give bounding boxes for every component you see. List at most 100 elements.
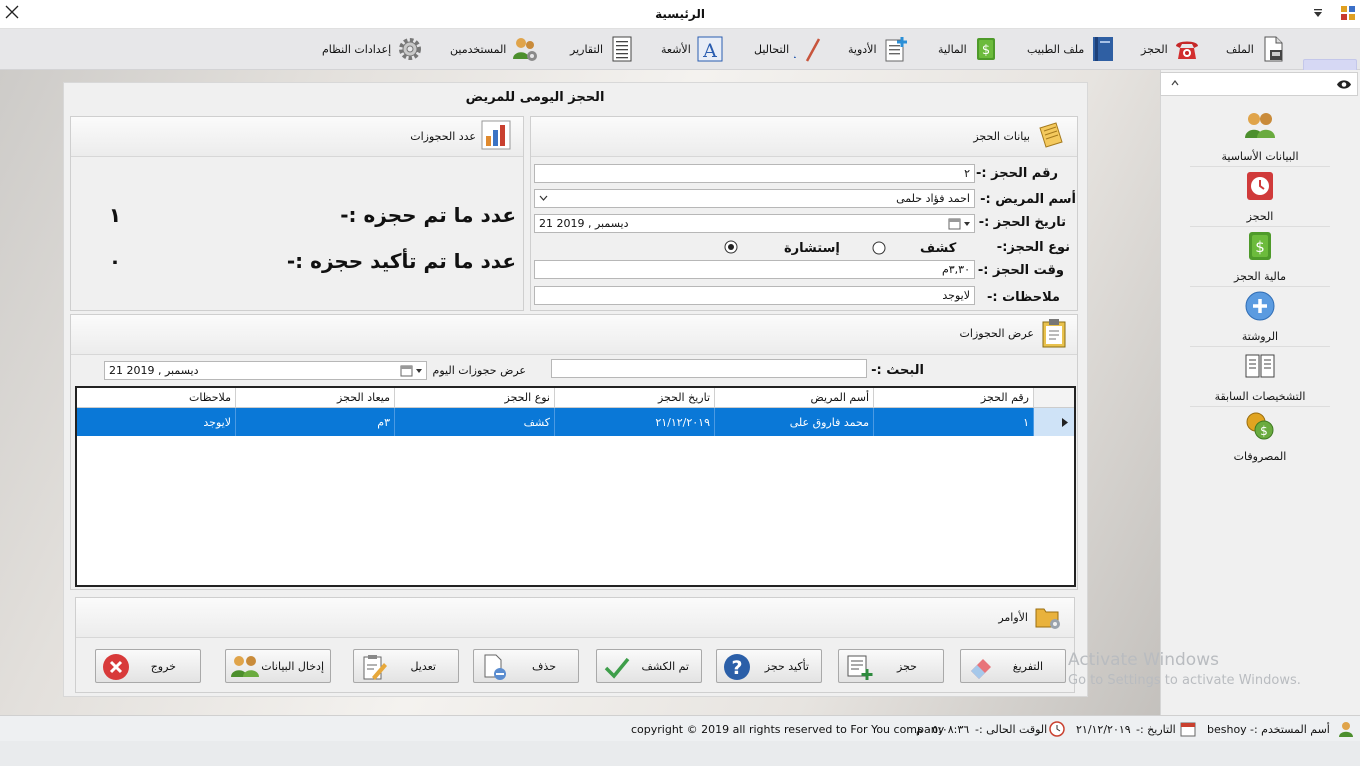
status-user-value: beshoy [1207, 723, 1247, 736]
svg-text:A: A [702, 40, 717, 62]
sidebar-divider [1190, 166, 1330, 167]
confirm-booking-button[interactable]: ? تأكيد حجز [716, 649, 822, 683]
ribbon-reports[interactable]: التقارير [570, 32, 636, 66]
svg-text:$: $ [982, 43, 990, 58]
table-cell[interactable]: ١ [874, 408, 1034, 436]
table-row[interactable]: ١ محمد فاروق على ٢١/١٢/٢٠١٩ كشف ٣م لايوج… [77, 408, 1074, 436]
collapse-up-icon[interactable] [1171, 80, 1179, 86]
booking-type-label: نوع الحجز:- [996, 240, 1070, 255]
table-cell[interactable]: كشف [395, 408, 555, 436]
users-icon [1245, 113, 1275, 138]
chevron-down-icon [539, 195, 548, 201]
table-cell[interactable]: ٣م [236, 408, 395, 436]
ribbon-xray[interactable]: A الأشعة [661, 32, 724, 66]
clear-button[interactable]: التفريغ [960, 649, 1066, 683]
sidebar-item-booking[interactable]: الحجز [1180, 170, 1340, 228]
booked-count-label: عدد ما تم حجزه :- [340, 203, 516, 227]
clock-icon [1247, 172, 1273, 200]
exit-button[interactable]: خروج [95, 649, 201, 683]
ribbon-lab-tests[interactable]: A التحاليل [754, 32, 822, 66]
radio-examination[interactable]: كشف [870, 240, 962, 258]
confirmed-count-value: ٠ [108, 249, 122, 273]
radio-checked-icon [724, 240, 738, 254]
radio-examination-label: كشف [920, 241, 957, 256]
column-header[interactable]: نوع الحجز [395, 388, 555, 408]
users-icon [231, 656, 259, 677]
sidebar-divider [1190, 226, 1330, 227]
bookings-list-header [71, 315, 1077, 355]
gear-icon [399, 38, 422, 60]
ribbon-file[interactable]: الملف [1226, 32, 1287, 66]
radio-consultation[interactable]: إستشارة [722, 240, 842, 258]
watermark-subtitle: Go to Settings to activate Windows. [1068, 673, 1301, 688]
user-icon [1339, 722, 1353, 737]
booking-time-input[interactable]: ٣,٣٠م [534, 260, 975, 279]
add-form-icon [847, 655, 873, 680]
remove-document-icon [484, 654, 506, 680]
checkmark-icon [604, 657, 630, 679]
sidebar-item-booking-finance[interactable]: $ مالية الحجز [1180, 230, 1340, 288]
plus-circle-icon [1245, 291, 1275, 321]
title-bar: الرئيسية [0, 0, 1360, 29]
status-date-value: ٢١/١٢/٢٠١٩ [1076, 723, 1131, 736]
notes-input[interactable]: لايوجد [534, 286, 975, 305]
booking-panel-title: بيانات الحجز [973, 130, 1030, 143]
copyright-text: copyright © 2019 all rights reserved to … [631, 723, 945, 736]
bookings-list-title: عرض الحجوزات [959, 327, 1034, 340]
eye-icon[interactable] [1336, 79, 1352, 90]
search-input[interactable] [551, 359, 867, 378]
bookings-table[interactable]: رقم الحجز أسم المريض تاريخ الحجز نوع الح… [75, 386, 1076, 587]
examined-button[interactable]: تم الكشف [596, 649, 702, 683]
quick-access-dropdown-icon[interactable] [1313, 8, 1323, 18]
delete-button[interactable]: حذف [473, 649, 579, 683]
ribbon-doctor-file[interactable]: ملف الطبيب [1027, 32, 1117, 66]
booking-number-input[interactable]: ٢ [534, 164, 975, 183]
sidebar-item-previous-diagnoses[interactable]: التشخيصات السابقة [1180, 350, 1340, 408]
edit-clipboard-icon [363, 655, 387, 680]
booking-time-label: وقت الحجز :- [977, 263, 1064, 278]
svg-text:A: A [794, 39, 797, 63]
money-icon: $ [976, 38, 995, 60]
coins-icon: $ [1246, 412, 1274, 440]
activation-watermark: Activate Windows Go to Settings to activ… [1068, 650, 1358, 688]
calendar-dropdown-icon [948, 218, 970, 230]
app-logo-icon [1340, 5, 1356, 21]
table-cell[interactable]: لايوجد [77, 408, 236, 436]
edit-button[interactable]: تعديل [353, 649, 459, 683]
table-cell[interactable]: ٢١/١٢/٢٠١٩ [555, 408, 715, 436]
data-entry-button[interactable]: إدخال البيانات [225, 649, 331, 683]
column-header[interactable]: ميعاد الحجز [236, 388, 395, 408]
notes-icon [1039, 122, 1063, 148]
column-header[interactable]: تاريخ الحجز [555, 388, 715, 408]
commands-panel-header [76, 598, 1074, 638]
ribbon-booking[interactable]: الحجز [1141, 32, 1201, 66]
ribbon-system-settings[interactable]: إعدادات النظام [322, 32, 424, 66]
clipboard-icon [1042, 319, 1066, 348]
ribbon-medicines[interactable]: الأدوية [848, 32, 910, 66]
column-header[interactable]: رقم الحجز [874, 388, 1034, 408]
sidebar-item-prescription[interactable]: الروشتة [1180, 290, 1340, 348]
notes-label: ملاحظات :- [986, 290, 1060, 305]
sidebar-item-expenses[interactable]: $ المصروفات [1180, 410, 1340, 468]
column-header[interactable]: ملاحظات [77, 388, 236, 408]
sidebar-item-basic-data[interactable]: البيانات الأساسية [1180, 110, 1340, 168]
document-icon [1264, 36, 1283, 62]
open-book-icon [1245, 354, 1275, 378]
ribbon-users[interactable]: المستخدمين [450, 32, 539, 66]
table-cell[interactable]: محمد فاروق على [715, 408, 874, 436]
confirmed-count-label: عدد ما تم تأكيد حجزه :- [286, 249, 516, 273]
commands-panel-title: الأوامر [998, 611, 1028, 624]
book-button[interactable]: حجز [838, 649, 944, 683]
today-date-picker[interactable]: 21 ديسمبر , 2019 [104, 361, 427, 380]
status-user-label: أسم المستخدم :- [1250, 723, 1330, 736]
svg-text:?: ? [731, 657, 742, 679]
patient-name-select[interactable]: احمد فؤاد حلمى [534, 189, 975, 208]
ribbon-toolbar: الملف الحجز ملف الطبيب $ المالية الأدوية… [0, 29, 1360, 97]
booking-date-picker[interactable]: 21 ديسمبر , 2019 [534, 214, 975, 233]
row-selector[interactable] [1034, 408, 1074, 436]
column-header[interactable]: أسم المريض [715, 388, 874, 408]
radio-unchecked-icon [872, 241, 886, 255]
bottom-strip [0, 741, 1360, 766]
row-pointer-icon [1062, 418, 1068, 427]
ribbon-finance[interactable]: $ المالية [938, 32, 1000, 66]
